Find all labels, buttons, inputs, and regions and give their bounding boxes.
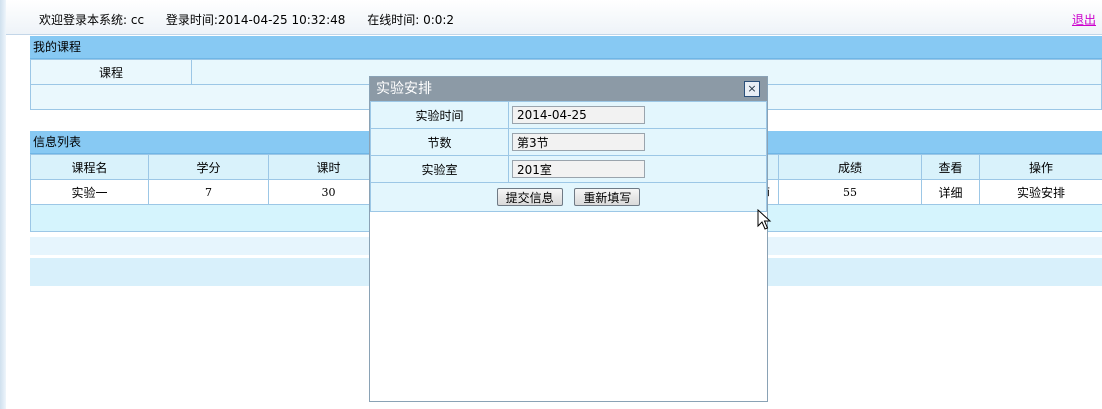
period-input[interactable] [512,133,645,151]
cursor-icon [757,209,772,230]
course-header-cell: 课程 [30,59,192,85]
col-course: 课程名 [30,154,149,180]
cell-action-link[interactable]: 实验安排 [979,179,1102,205]
cell-score: 55 [778,179,922,205]
left-edge [0,0,6,409]
lab-input[interactable] [512,160,645,178]
dialog-title: 实验安排 [376,81,432,97]
time-label: 实验时间 [370,101,509,129]
my-courses-header: 我的课程 [30,36,1102,59]
dialog-titlebar: 实验安排 × [370,77,767,101]
dialog-form: 实验时间 节数 实验室 提交信息 重新填写 [370,101,767,212]
online-time: 在线时间: 0:0:2 [367,13,455,27]
col-credit: 学分 [148,154,269,180]
dialog-buttons: 提交信息 重新填写 [370,182,767,212]
experiment-dialog: 实验安排 × 实验时间 节数 实验室 提交信息 重新填写 [369,76,768,402]
user-info: 欢迎登录本系统: cc 登录时间:2014-04-25 10:32:48 在线时… [39,11,472,28]
logout-link[interactable]: 退出 [1072,11,1096,28]
time-input[interactable] [512,106,645,124]
submit-button[interactable]: 提交信息 [496,188,563,206]
cell-credit: 7 [148,179,269,205]
login-time: 登录时间:2014-04-25 10:32:48 [165,13,346,27]
col-action: 操作 [979,154,1102,180]
top-bar: 欢迎登录本系统: cc 登录时间:2014-04-25 10:32:48 在线时… [6,0,1102,35]
period-label: 节数 [370,128,509,156]
col-score: 成绩 [778,154,922,180]
cell-view-link[interactable]: 详细 [921,179,980,205]
cell-course: 实验一 [30,179,149,205]
welcome-text: 欢迎登录本系统: cc [39,13,145,27]
close-icon[interactable]: × [744,81,760,97]
reset-button[interactable]: 重新填写 [574,188,641,206]
col-view: 查看 [921,154,980,180]
lab-label: 实验室 [370,155,509,183]
